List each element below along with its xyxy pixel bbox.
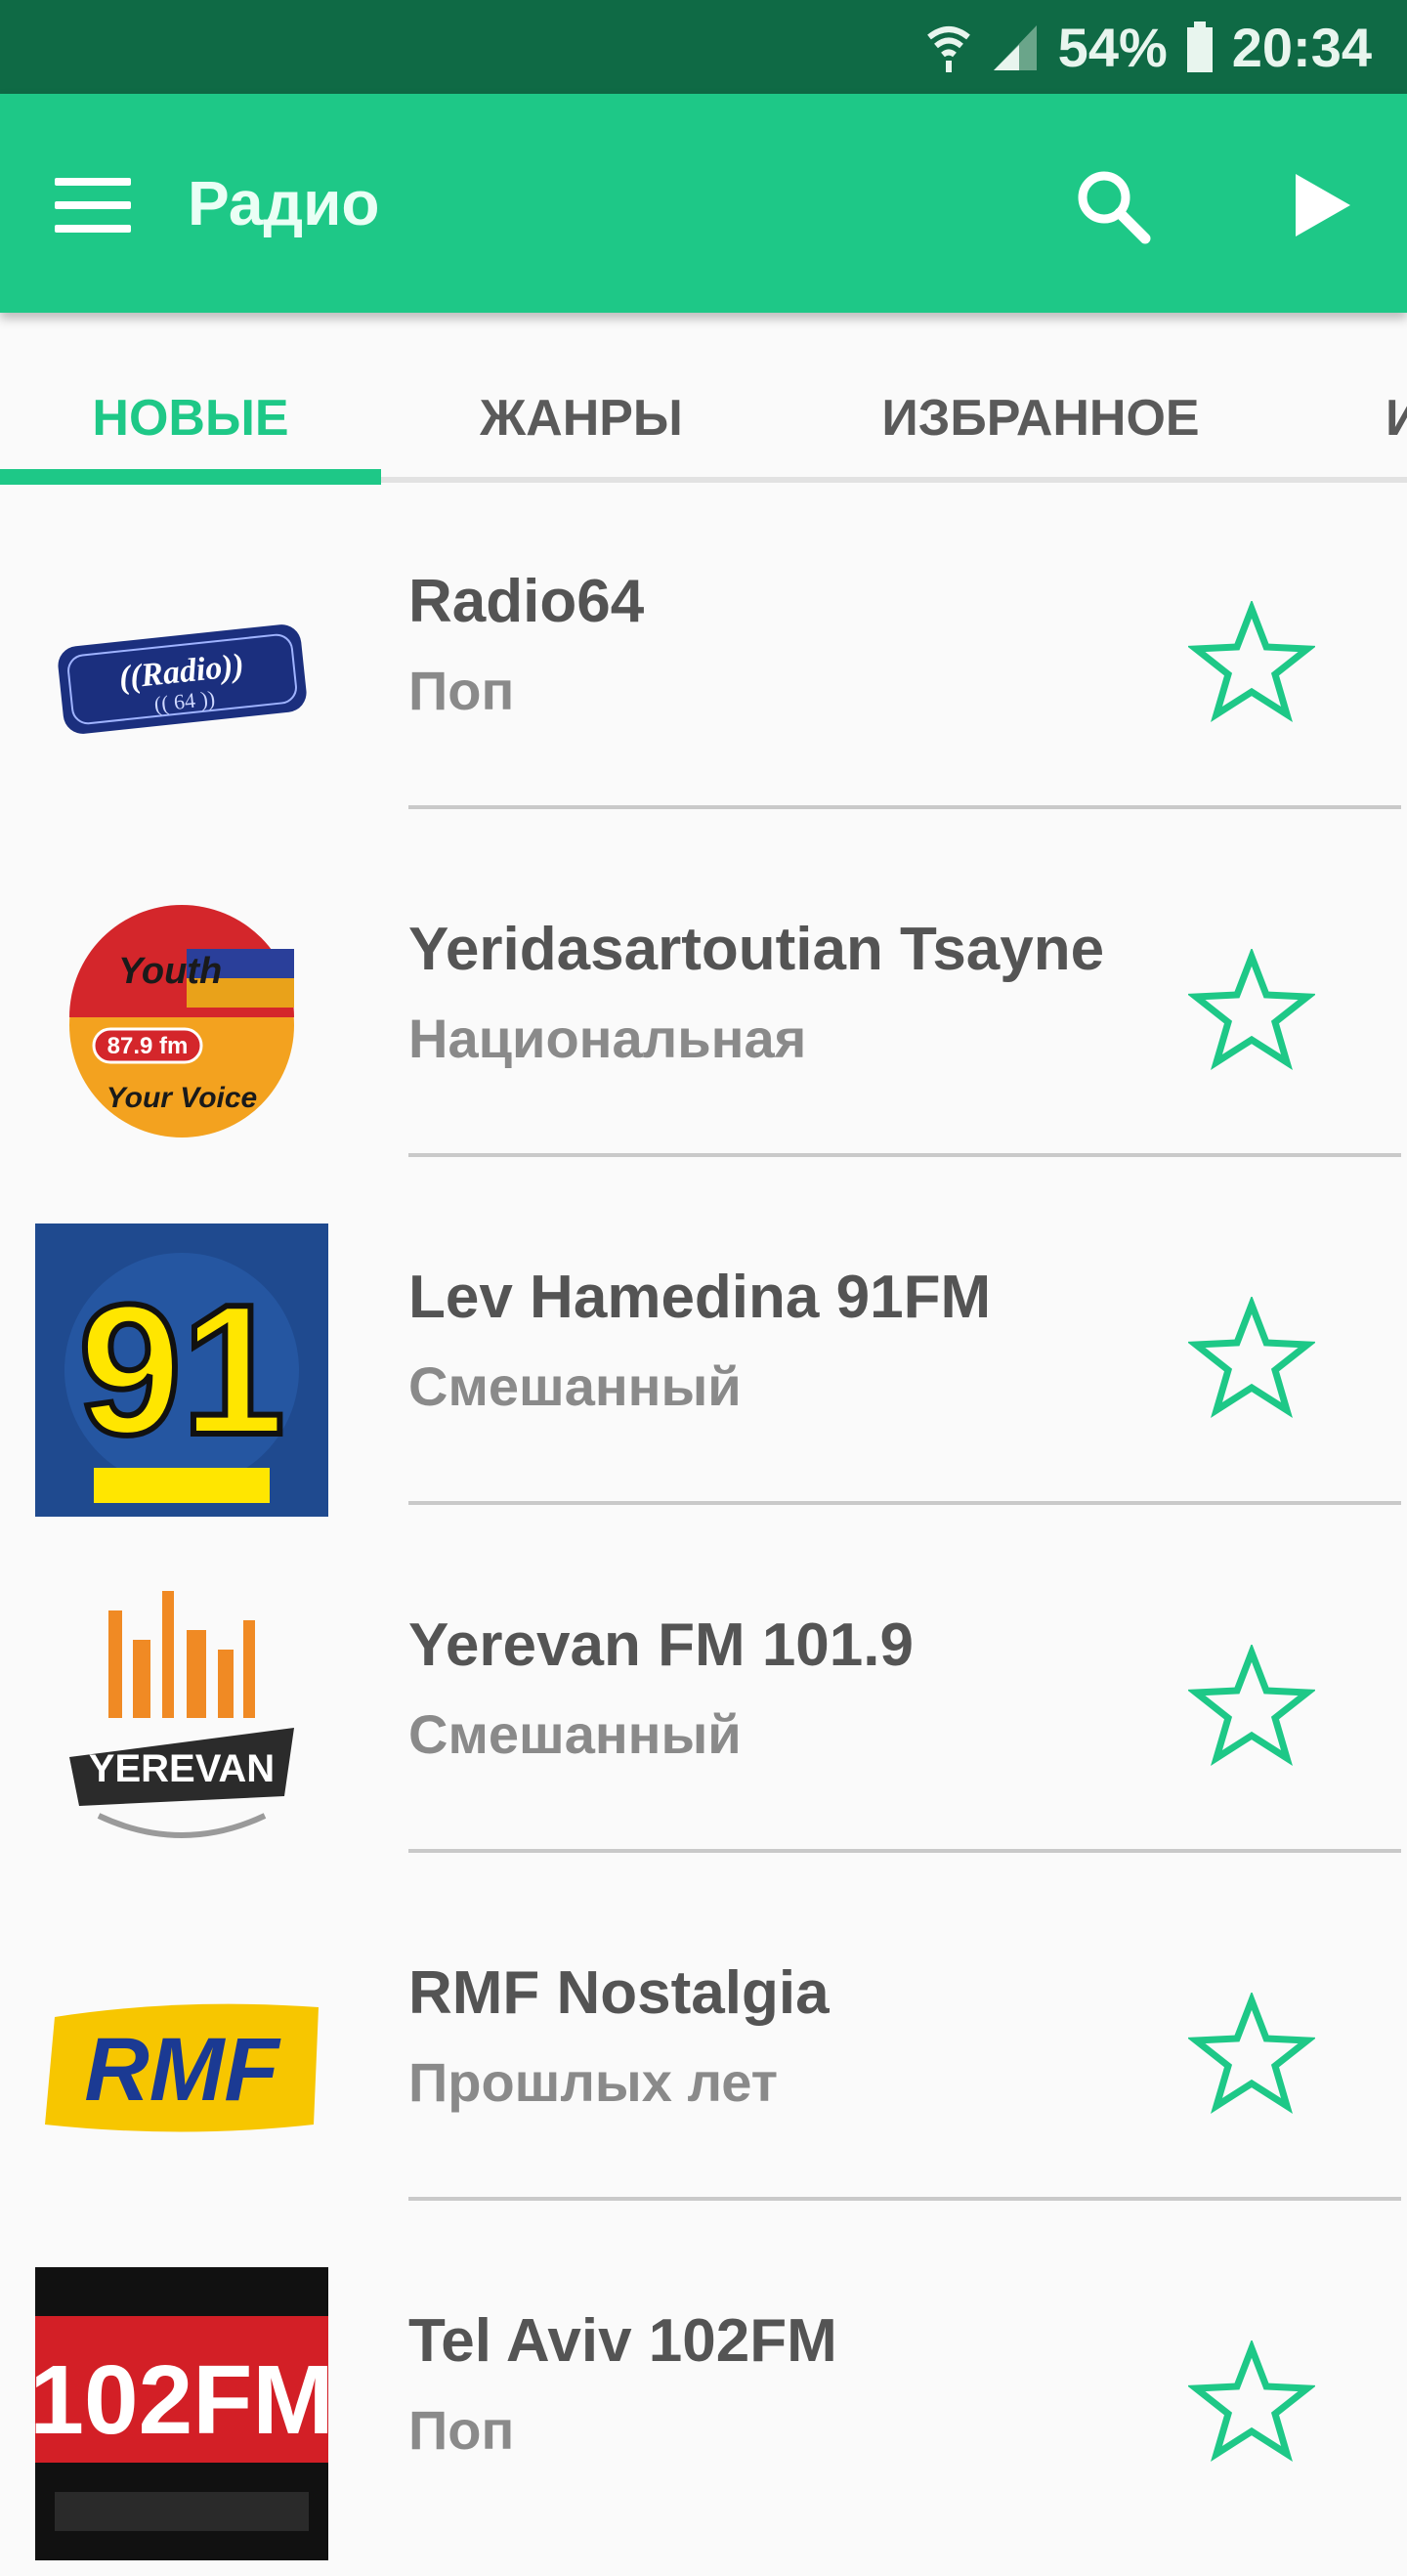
favorite-star-icon[interactable]	[1188, 2340, 1315, 2468]
status-icons: 54% 20:34	[925, 0, 1372, 94]
station-name: Radio64	[408, 568, 645, 635]
page-title: Радио	[188, 168, 380, 238]
cell-signal-icon	[993, 25, 1037, 70]
favorite-star-icon[interactable]	[1188, 1993, 1315, 2120]
station-name: Tel Aviv 102FM	[408, 2307, 837, 2375]
station-row[interactable]: RMF RMF Nostalgia Прошлых лет	[0, 1880, 1407, 2228]
station-name: Lev Hamedina 91FM	[408, 1264, 992, 1331]
logo-text: RMF	[84, 2020, 281, 2120]
row-divider	[408, 1849, 1401, 1853]
station-row[interactable]: 102FM Tel Aviv 102FM Поп	[0, 2228, 1407, 2576]
station-genre: Поп	[408, 2399, 515, 2461]
station-row[interactable]: 91 Lev Hamedina 91FM Смешанный	[0, 1184, 1407, 1532]
station-logo: RMF	[35, 1919, 328, 2212]
battery-icon	[1186, 21, 1213, 72]
station-row[interactable]: ((Radio)) (( 64 )) Radio64 Поп	[0, 489, 1407, 837]
station-genre: Смешанный	[408, 1355, 742, 1417]
tab-new[interactable]: НОВЫЕ	[0, 369, 381, 467]
station-logo: YEREVAN	[35, 1571, 328, 1865]
station-genre: Поп	[408, 660, 515, 721]
favorite-star-icon[interactable]	[1188, 1645, 1315, 1772]
station-name: Yerevan FM 101.9	[408, 1611, 914, 1679]
logo-text: 102FM	[35, 2345, 328, 2455]
station-logo: Youth 87.9 fm Your Voice	[35, 876, 328, 1169]
station-logo: 91	[35, 1224, 328, 1517]
logo-text: 91	[78, 1267, 284, 1474]
station-row[interactable]: Youth 87.9 fm Your Voice Yeridasartoutia…	[0, 837, 1407, 1184]
wifi-icon	[926, 26, 970, 72]
row-divider	[408, 2197, 1401, 2201]
station-name: Yeridasartoutian Tsayne	[408, 916, 1105, 983]
logo-text: Your Voice	[107, 1082, 257, 1114]
logo-text: YEREVAN	[89, 1747, 275, 1790]
clock: 20:34	[1231, 16, 1372, 78]
station-row[interactable]: YEREVAN Yerevan FM 101.9 Смешанный	[0, 1532, 1407, 1880]
row-divider	[408, 1501, 1401, 1505]
svg-text:Youth: Youth	[118, 951, 222, 992]
station-genre: Прошлых лет	[408, 2051, 779, 2113]
status-bar: 54% 20:34	[0, 0, 1407, 94]
app-bar: Радио	[0, 94, 1407, 313]
station-logo: ((Radio)) (( 64 ))	[35, 528, 328, 821]
svg-text:87.9 fm: 87.9 fm	[107, 1033, 189, 1059]
tab-genres[interactable]: ЖАНРЫ	[391, 369, 772, 467]
tab-more[interactable]: И	[1386, 369, 1407, 467]
favorite-star-icon[interactable]	[1188, 1297, 1315, 1424]
battery-percent: 54%	[1057, 16, 1168, 78]
station-name: RMF Nostalgia	[408, 1959, 830, 2027]
row-divider	[408, 805, 1401, 809]
tab-favorites[interactable]: ИЗБРАННОЕ	[831, 369, 1251, 467]
favorite-star-icon[interactable]	[1188, 601, 1315, 728]
search-icon[interactable]	[1071, 164, 1153, 246]
play-icon[interactable]	[1286, 170, 1356, 240]
station-logo: 102FM	[35, 2267, 328, 2560]
hamburger-menu-icon[interactable]	[55, 178, 133, 233]
tab-bar: НОВЫЕ ЖАНРЫ ИЗБРАННОЕ И	[0, 313, 1407, 489]
station-genre: Смешанный	[408, 1703, 742, 1765]
station-genre: Национальная	[408, 1008, 807, 1069]
favorite-star-icon[interactable]	[1188, 949, 1315, 1076]
row-divider	[408, 1153, 1401, 1157]
active-tab-indicator	[0, 469, 381, 485]
